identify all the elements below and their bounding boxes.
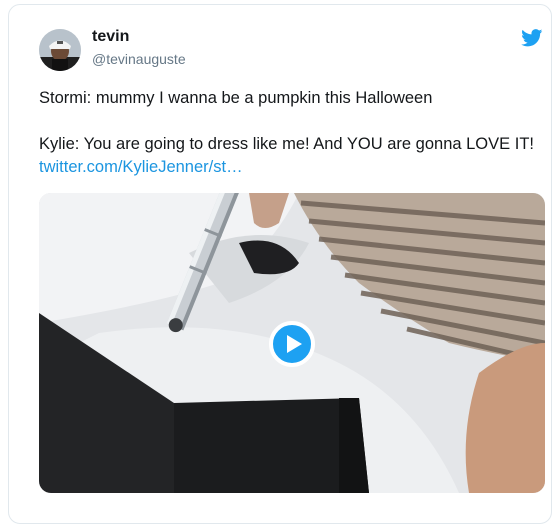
tweet-line-1: Stormi: mummy I wanna be a pumpkin this … [39, 89, 433, 107]
tweet-line-2: Kylie: You are going to dress like me! A… [39, 133, 545, 179]
avatar[interactable] [39, 29, 81, 71]
tweet-text: Stormi: mummy I wanna be a pumpkin this … [39, 87, 545, 179]
play-icon[interactable] [269, 321, 315, 367]
avatar-photo-icon [39, 29, 81, 71]
video-player[interactable] [39, 193, 545, 493]
twitter-bird-icon[interactable] [521, 29, 543, 47]
tweet-card[interactable]: tevin @tevinauguste Stormi: mummy I wann… [8, 4, 552, 524]
user-name[interactable]: tevin [92, 28, 129, 46]
tweet-link[interactable]: twitter.com/KylieJenner/st… [39, 158, 243, 176]
user-handle[interactable]: @tevinauguste [92, 51, 186, 67]
tweet-line-2-text: Kylie: You are going to dress like me! A… [39, 135, 534, 153]
